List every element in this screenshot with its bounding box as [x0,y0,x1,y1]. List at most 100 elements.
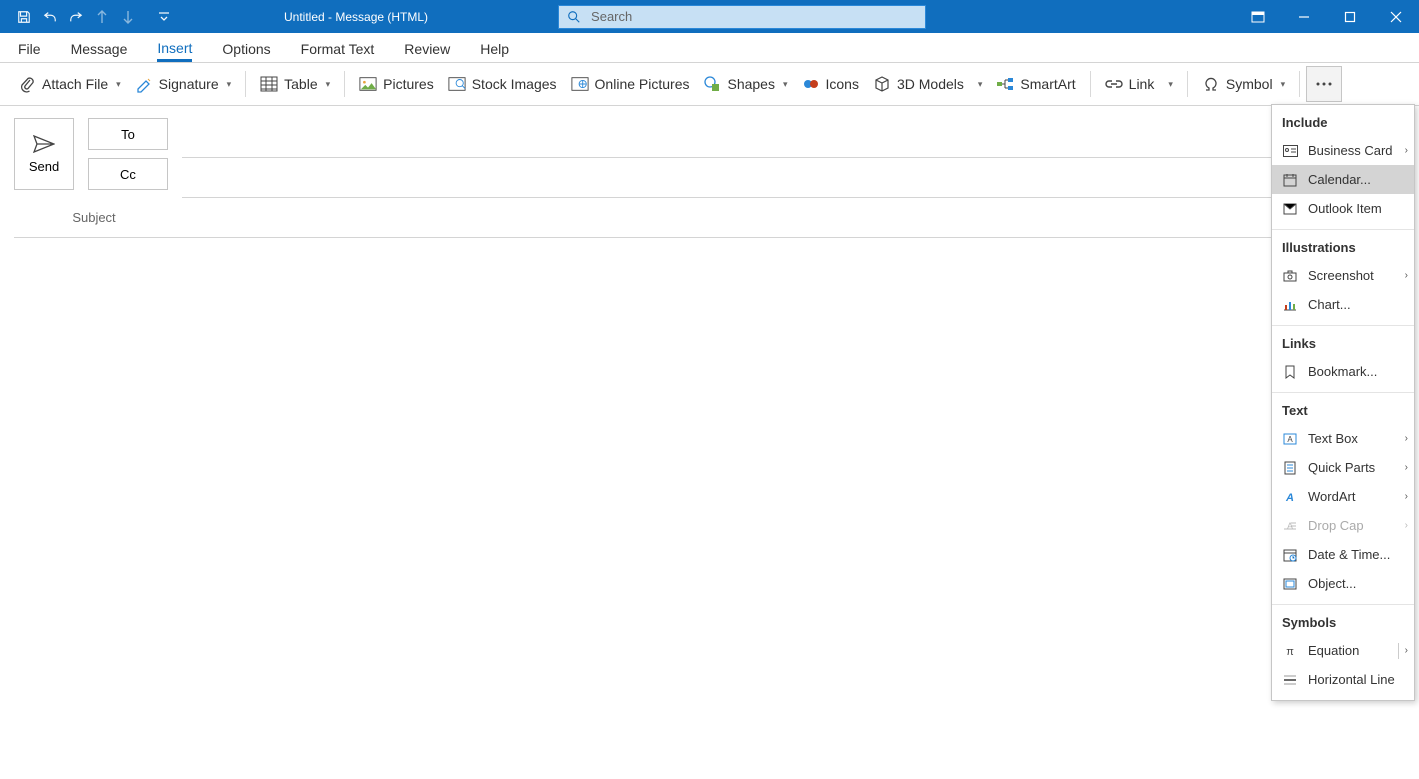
send-icon [33,135,55,153]
undo-icon[interactable] [40,7,60,27]
search-placeholder: Search [591,9,632,24]
drop-cap-item: A Drop Cap › [1272,511,1414,540]
horizontal-line-icon [1282,672,1298,688]
tab-message[interactable]: Message [71,41,128,62]
maximize-icon[interactable] [1327,0,1373,33]
screenshot-item[interactable]: Screenshot › [1272,261,1414,290]
compose-header: Send To Cc [0,106,1419,198]
drop-cap-icon: A [1282,518,1298,534]
ellipsis-icon [1316,82,1332,86]
table-button[interactable]: Table▾ [256,69,334,99]
panel-symbols-header: Symbols [1272,611,1414,636]
business-card-icon [1282,143,1298,159]
signature-button[interactable]: Signature▾ [131,69,235,99]
bookmark-item[interactable]: Bookmark... [1272,357,1414,386]
to-field[interactable] [182,118,1405,158]
link-button[interactable]: Link ▾ [1101,69,1177,99]
chevron-down-icon: ▾ [978,79,983,90]
close-icon[interactable] [1373,0,1419,33]
subject-label: Subject [14,210,174,225]
paperclip-icon [18,75,36,93]
panel-illustrations-header: Illustrations [1272,236,1414,261]
chart-item[interactable]: Chart... [1272,290,1414,319]
previous-icon[interactable] [92,7,112,27]
chevron-right-icon: › [1405,491,1408,502]
next-icon[interactable] [118,7,138,27]
panel-links-header: Links [1272,332,1414,357]
wordart-item[interactable]: A WordArt › [1272,482,1414,511]
shapes-button[interactable]: Shapes▾ [699,69,791,99]
calendar-icon [1282,172,1298,188]
window-controls [1235,0,1419,33]
tab-options[interactable]: Options [222,41,270,62]
title-bar: Untitled - Message (HTML) Search [0,0,1419,33]
qat-customize-icon[interactable] [154,7,174,27]
text-box-item[interactable]: A Text Box › [1272,424,1414,453]
equation-item[interactable]: π Equation › [1272,636,1414,665]
business-card-item[interactable]: Business Card › [1272,136,1414,165]
chevron-right-icon[interactable]: › [1398,643,1408,659]
quick-access-toolbar [0,7,174,27]
date-time-icon [1282,547,1298,563]
svg-text:A: A [1285,492,1294,503]
equation-icon: π [1282,643,1298,659]
signature-icon [135,75,153,93]
subject-field[interactable] [174,198,1405,237]
horizontal-line-item[interactable]: Horizontal Line [1272,665,1414,694]
shapes-icon [703,75,721,93]
cc-button[interactable]: Cc [88,158,168,190]
online-pictures-button[interactable]: Online Pictures [567,69,694,99]
ribbon-display-icon[interactable] [1235,0,1281,33]
object-item[interactable]: Object... [1272,569,1414,598]
omega-icon [1202,75,1220,93]
smartart-icon [996,75,1014,93]
minimize-icon[interactable] [1281,0,1327,33]
calendar-item[interactable]: Calendar... [1272,165,1414,194]
icons-button[interactable]: Icons [798,69,863,99]
3d-models-button[interactable]: 3D Models ▾ [869,69,986,99]
icons-icon [802,75,820,93]
text-box-icon: A [1282,431,1298,447]
search-box[interactable]: Search [558,5,926,29]
outlook-item-item[interactable]: Outlook Item [1272,194,1414,223]
chevron-right-icon: › [1405,270,1408,281]
chevron-down-icon: ▾ [116,79,121,90]
chevron-right-icon: › [1405,520,1408,531]
send-button[interactable]: Send [14,118,74,190]
redo-icon[interactable] [66,7,86,27]
chevron-right-icon: › [1405,145,1408,156]
tab-help[interactable]: Help [480,41,509,62]
chevron-right-icon: › [1405,462,1408,473]
svg-text:π: π [1286,646,1294,657]
window-title: Untitled - Message (HTML) [284,10,428,24]
chevron-right-icon: › [1405,433,1408,444]
link-icon [1105,75,1123,93]
chevron-down-icon: ▾ [227,79,232,90]
tab-file[interactable]: File [18,41,41,62]
quick-parts-item[interactable]: Quick Parts › [1272,453,1414,482]
to-button[interactable]: To [88,118,168,150]
screenshot-icon [1282,268,1298,284]
more-commands-panel: Include Business Card › Calendar... Outl… [1271,104,1415,701]
tab-review[interactable]: Review [404,41,450,62]
cc-field[interactable] [182,158,1405,198]
smartart-button[interactable]: SmartArt [992,69,1079,99]
tab-format-text[interactable]: Format Text [301,41,375,62]
attach-file-button[interactable]: Attach File▾ [14,69,125,99]
online-pictures-icon [571,75,589,93]
date-time-item[interactable]: Date & Time... [1272,540,1414,569]
table-icon [260,75,278,93]
stock-images-button[interactable]: Stock Images [444,69,561,99]
outlook-item-icon [1282,201,1298,217]
subject-row: Subject [14,198,1405,238]
pictures-button[interactable]: Pictures [355,69,438,99]
quick-parts-icon [1282,460,1298,476]
symbol-button[interactable]: Symbol▾ [1198,69,1289,99]
chart-icon [1282,297,1298,313]
more-commands-button[interactable] [1306,66,1342,102]
svg-text:A: A [1287,435,1293,444]
cube-icon [873,75,891,93]
search-icon [567,10,581,24]
tab-insert[interactable]: Insert [157,40,192,62]
save-icon[interactable] [14,7,34,27]
